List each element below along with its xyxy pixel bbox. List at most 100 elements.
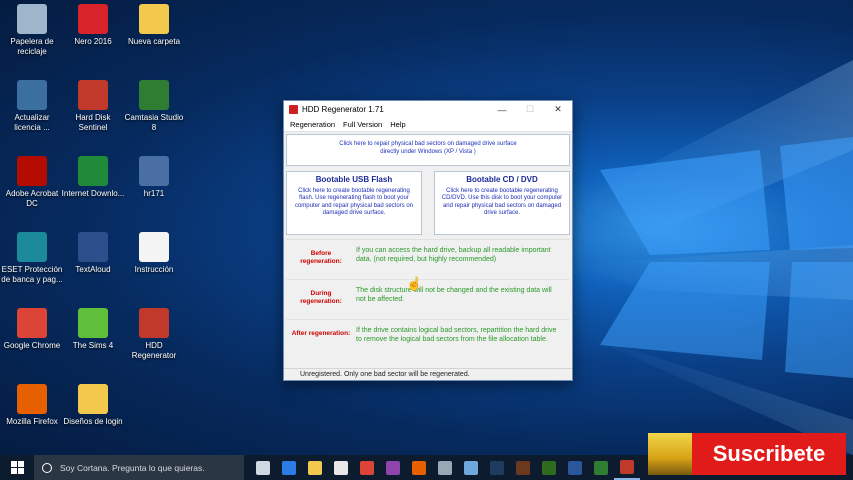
- desktop-shortcut-label: Internet Downlo...: [61, 189, 125, 198]
- firefox-icon: [17, 384, 47, 414]
- before-regeneration-label: Before regeneration:: [300, 250, 342, 265]
- after-regeneration-label: After regeneration:: [291, 330, 351, 337]
- menu-help[interactable]: Help: [390, 120, 405, 129]
- desktop-shortcut[interactable]: Papelera de reciclaje: [0, 4, 64, 57]
- taskbar-camtasia-button[interactable]: [588, 455, 614, 480]
- nero-icon: [78, 4, 108, 34]
- camtasia-icon: [594, 460, 608, 475]
- desktop-icon-area: Papelera de reciclaje Nero 2016 Nueva carp…: [0, 0, 260, 455]
- desktop-shortcut-label: Nueva carpeta: [127, 37, 181, 46]
- desktop-shortcut[interactable]: Internet Downlo...: [61, 156, 125, 199]
- cortana-icon: [42, 462, 52, 473]
- dreamweaver-icon: [542, 460, 556, 475]
- illustrator-icon: [516, 460, 530, 475]
- taskbar-file-explorer-button[interactable]: [302, 455, 328, 480]
- bootable-cd-title: Bootable CD / DVD: [466, 175, 538, 184]
- desktop-shortcut-label: Papelera de reciclaje: [10, 37, 54, 56]
- word-icon: [568, 460, 582, 475]
- menu-regeneration[interactable]: Regeneration: [290, 120, 335, 129]
- close-button[interactable]: ✕: [544, 104, 572, 115]
- desktop-shortcut[interactable]: The Sims 4: [61, 308, 125, 351]
- desktop-shortcut[interactable]: Adobe Acrobat DC: [0, 156, 64, 209]
- desktop-shortcut[interactable]: Nero 2016: [61, 4, 125, 47]
- window-titlebar[interactable]: HDD Regenerator 1.71 — ☐ ✕: [284, 101, 572, 118]
- repair-under-windows-button[interactable]: Click here to repair physical bad sector…: [286, 134, 570, 166]
- taskbar-firefox-button[interactable]: [406, 455, 432, 480]
- tools-icon: [438, 460, 452, 475]
- desktop-shortcut-label: Mozilla Firefox: [6, 417, 58, 426]
- bootable-cd-text: Click here to create bootable regenerati…: [441, 187, 563, 217]
- mouse-cursor-icon: ☝: [406, 276, 423, 291]
- firefox-icon: [412, 460, 426, 475]
- desktop-shortcut-label: Adobe Acrobat DC: [5, 189, 59, 208]
- desktop-shortcut[interactable]: Diseños de login: [61, 384, 125, 427]
- desktop-shortcut[interactable]: Nueva carpeta: [122, 4, 186, 47]
- status-bar: Unregistered. Only one bad sector will b…: [284, 368, 572, 380]
- after-regeneration-text: If the drive contains logical bad sector…: [356, 327, 557, 343]
- subscribe-button[interactable]: Suscribete: [692, 433, 846, 475]
- desktop-shortcut[interactable]: Mozilla Firefox: [0, 384, 64, 427]
- eset-icon: [17, 232, 47, 262]
- taskbar-word-button[interactable]: [562, 455, 588, 480]
- desktop-shortcut-label: hr171: [143, 189, 165, 198]
- taskbar-apps: [250, 455, 640, 480]
- desktop-shortcut[interactable]: ESET Protección de banca y pag...: [0, 232, 64, 285]
- before-regeneration-row: Before regeneration: If you can access t…: [286, 239, 570, 278]
- desktop-shortcut-label: Hard Disk Sentinel: [75, 113, 111, 132]
- start-button[interactable]: [0, 455, 34, 480]
- sims-icon: [78, 308, 108, 338]
- desktop-shortcut-label: ESET Protección de banca y pag...: [1, 265, 63, 284]
- taskbar-chrome-button[interactable]: [354, 455, 380, 480]
- desktop-shortcut[interactable]: Instrucción: [122, 232, 186, 275]
- taskbar-dreamweaver-button[interactable]: [536, 455, 562, 480]
- photoshop-icon: [490, 460, 504, 475]
- desktop-shortcut-label: Actualizar licencia ...: [14, 113, 50, 132]
- desktop-shortcut-label: Nero 2016: [74, 37, 112, 46]
- taskbar-photoshop-button[interactable]: [484, 455, 510, 480]
- taskbar-edge-button[interactable]: [276, 455, 302, 480]
- textaloud-icon: [78, 232, 108, 262]
- desktop-shortcut-label: Diseños de login: [63, 417, 123, 426]
- hdd-regenerator-window: HDD Regenerator 1.71 — ☐ ✕ Regeneration …: [283, 100, 573, 381]
- menu-full-version[interactable]: Full Version: [343, 120, 382, 129]
- minimize-button[interactable]: —: [488, 105, 516, 115]
- desktop-shortcut[interactable]: Hard Disk Sentinel: [61, 80, 125, 133]
- bootable-usb-button[interactable]: Bootable USB Flash Click here to create …: [286, 171, 422, 235]
- hard-disk-sentinel-icon: [78, 80, 108, 110]
- cortana-search-box[interactable]: Soy Cortana. Pregunta lo que quieras.: [34, 455, 244, 480]
- taskbar-hdd-regenerator-button[interactable]: [614, 455, 640, 480]
- desktop-shortcut[interactable]: hr171: [122, 156, 186, 199]
- taskbar-tools-button[interactable]: [432, 455, 458, 480]
- desktop-shortcut[interactable]: HDD Regenerator: [122, 308, 186, 361]
- taskbar-visual-studio-button[interactable]: [380, 455, 406, 480]
- eset-update-icon: [17, 80, 47, 110]
- folder-icon: [139, 4, 169, 34]
- visual-studio-icon: [386, 460, 400, 475]
- desktop-shortcut[interactable]: Google Chrome: [0, 308, 64, 351]
- repair-under-windows-text: Click here to repair physical bad sector…: [339, 141, 517, 155]
- during-regeneration-label: During regeneration:: [300, 290, 342, 305]
- before-regeneration-text: If you can access the hard drive, backup…: [356, 247, 551, 263]
- menu-bar: Regeneration Full Version Help: [284, 118, 572, 132]
- desktop-shortcut[interactable]: Camtasia Studio 8: [122, 80, 186, 133]
- taskbar-task-view-button[interactable]: [250, 455, 276, 480]
- subscribe-overlay[interactable]: Suscribete: [648, 433, 846, 475]
- desktop-shortcut-label: Camtasia Studio 8: [124, 113, 184, 132]
- desktop-shortcut-label: HDD Regenerator: [131, 341, 177, 360]
- taskbar-link-button[interactable]: [458, 455, 484, 480]
- taskbar-illustrator-button[interactable]: [510, 455, 536, 480]
- acrobat-icon: [17, 156, 47, 186]
- maximize-button[interactable]: ☐: [516, 104, 544, 115]
- shortcut-icon: [139, 156, 169, 186]
- hdd-regenerator-icon: [139, 308, 169, 338]
- desktop-shortcut-label: TextAloud: [75, 265, 111, 274]
- desktop-shortcut-label: Google Chrome: [3, 341, 61, 350]
- after-regeneration-row: After regeneration: If the drive contain…: [286, 319, 570, 358]
- idm-icon: [78, 156, 108, 186]
- desktop-shortcut[interactable]: TextAloud: [61, 232, 125, 275]
- bootable-cd-button[interactable]: Bootable CD / DVD Click here to create b…: [434, 171, 570, 235]
- during-regeneration-text: The disk structure will not be changed a…: [356, 287, 552, 303]
- desktop-shortcut[interactable]: Actualizar licencia ...: [0, 80, 64, 133]
- taskbar-store-button[interactable]: [328, 455, 354, 480]
- store-icon: [334, 460, 348, 475]
